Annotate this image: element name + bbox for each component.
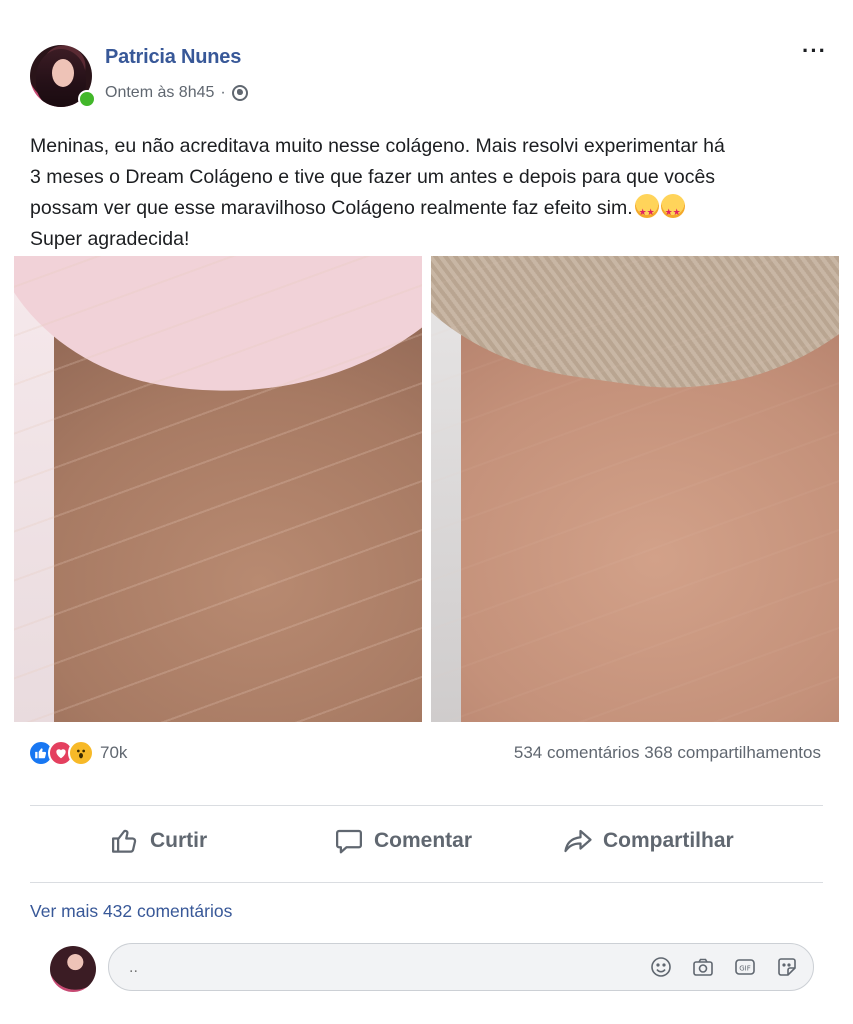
globe-icon[interactable] bbox=[231, 85, 248, 101]
more-options-icon[interactable]: ··· bbox=[802, 38, 827, 64]
svg-text:GIF: GIF bbox=[739, 965, 751, 973]
comment-button-label: Comentar bbox=[374, 829, 473, 852]
emoji-icon[interactable] bbox=[649, 955, 673, 979]
share-button-label: Compartilhar bbox=[603, 829, 734, 852]
facebook-post: Patricia Nunes Ontem às 8h45 · ··· Menin… bbox=[0, 0, 853, 1024]
post-text-line-3: possam ver que esse maravilhoso Colágeno… bbox=[30, 193, 820, 228]
comments-count[interactable]: 534 comentários bbox=[514, 743, 640, 762]
see-more-comments-link[interactable]: Ver mais 432 comentários bbox=[30, 901, 232, 922]
composer-icons: GIF bbox=[649, 955, 799, 979]
star-struck-emoji bbox=[660, 194, 685, 228]
avatar-face bbox=[52, 59, 74, 87]
post-text-line-2: 3 meses o Dream Colágeno e tive que faze… bbox=[30, 166, 716, 188]
post-text: Meninas, eu não acreditava muito nesse c… bbox=[30, 131, 820, 255]
reactions-summary[interactable]: 70k bbox=[28, 740, 127, 766]
like-button[interactable]: Curtir bbox=[110, 826, 207, 856]
divider bbox=[30, 882, 823, 883]
comment-button[interactable]: Comentar bbox=[334, 826, 472, 856]
post-timestamp[interactable]: Ontem às 8h45 bbox=[105, 84, 214, 102]
camera-icon[interactable] bbox=[691, 955, 715, 979]
share-button[interactable]: Compartilhar bbox=[563, 826, 734, 856]
comment-input[interactable] bbox=[127, 944, 611, 992]
post-text-line-1: Meninas, eu não acreditava muito nesse c… bbox=[30, 135, 725, 157]
divider bbox=[30, 805, 823, 806]
after-photo[interactable] bbox=[431, 256, 839, 722]
author-name[interactable]: Patricia Nunes bbox=[105, 46, 241, 69]
speech-bubble-icon bbox=[336, 829, 362, 854]
shares-count[interactable]: 368 compartilhamentos bbox=[644, 743, 821, 762]
meta-separator: · bbox=[220, 84, 226, 101]
engagement-counts: 534 comentários 368 compartilhamentos bbox=[514, 743, 821, 763]
before-photo[interactable] bbox=[14, 256, 422, 722]
post-text-line-3-text: possam ver que esse maravilhoso Colágeno… bbox=[30, 197, 633, 219]
wow-reaction-icon bbox=[68, 740, 94, 766]
star-struck-emoji bbox=[634, 194, 659, 228]
gif-icon[interactable]: GIF bbox=[733, 955, 757, 979]
current-user-avatar[interactable] bbox=[50, 946, 96, 992]
sticker-icon[interactable] bbox=[775, 955, 799, 979]
post-text-line-4: Super agradecida! bbox=[30, 228, 190, 250]
share-arrow-icon bbox=[564, 829, 592, 853]
online-status-indicator bbox=[78, 90, 96, 108]
post-meta: Ontem às 8h45 · bbox=[105, 84, 248, 102]
reaction-count[interactable]: 70k bbox=[100, 743, 127, 763]
like-button-label: Curtir bbox=[150, 829, 208, 852]
comment-composer[interactable]: GIF bbox=[108, 943, 814, 992]
thumbs-up-icon bbox=[112, 829, 137, 853]
